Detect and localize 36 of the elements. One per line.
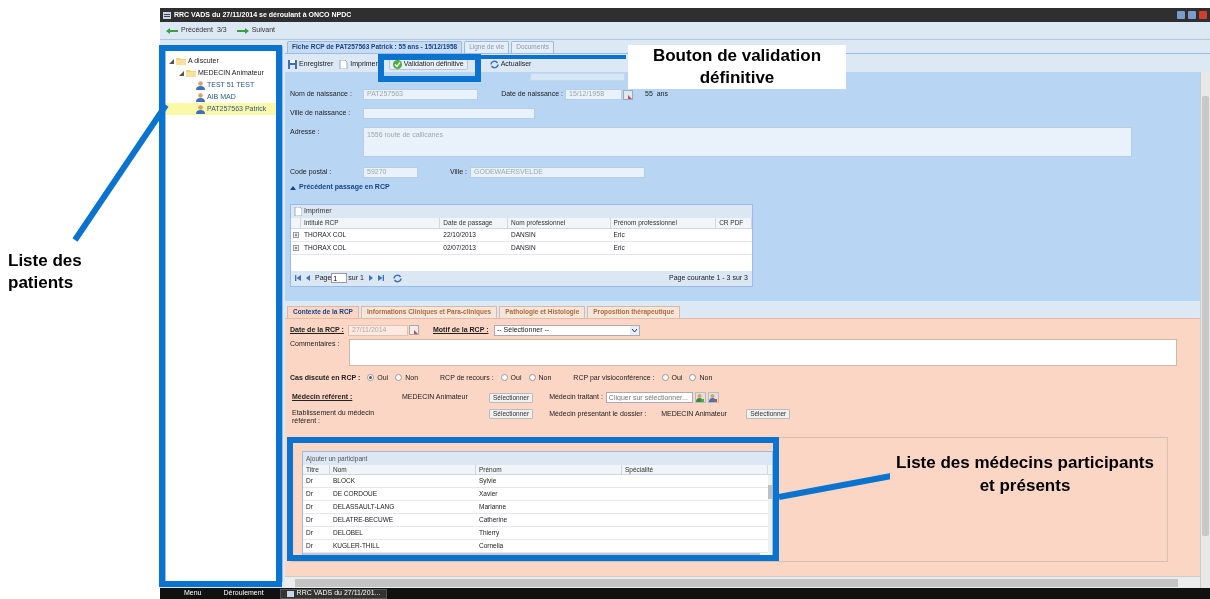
chevron-down-icon xyxy=(630,325,639,335)
next-page-icon xyxy=(368,275,373,281)
person-icon xyxy=(196,104,205,114)
calendar-icon xyxy=(409,325,419,335)
minimize-icon[interactable] xyxy=(1177,11,1185,19)
text-field[interactable] xyxy=(363,108,535,119)
annotation-label: Bouton de validation définitive xyxy=(628,45,846,89)
horizontal-scrollbar[interactable] xyxy=(285,576,1200,588)
collapse-triangle-icon xyxy=(290,184,296,190)
last-page-icon xyxy=(377,275,384,281)
annotation-label: Liste des patients xyxy=(8,250,83,294)
document-icon xyxy=(339,60,349,69)
document-icon xyxy=(294,206,302,216)
remove-person-button[interactable] xyxy=(707,392,719,403)
refresh-icon xyxy=(489,60,499,69)
save-icon xyxy=(288,60,297,69)
first-page-icon xyxy=(295,275,301,281)
restore-icon[interactable] xyxy=(1188,11,1196,19)
refresh-icon xyxy=(392,273,402,283)
add-person-button[interactable] xyxy=(694,392,706,403)
folder-icon xyxy=(186,69,196,77)
person-remove-icon xyxy=(709,393,718,402)
comments-field[interactable] xyxy=(349,338,1177,366)
window-icon xyxy=(286,590,294,597)
person-icon xyxy=(196,80,205,90)
person-icon xyxy=(196,92,205,102)
calendar-icon xyxy=(623,89,633,100)
folder-icon xyxy=(176,57,186,65)
left-arrow-icon xyxy=(166,27,178,34)
close-icon[interactable] xyxy=(1199,11,1207,19)
window-icon xyxy=(163,11,171,19)
person-add-icon xyxy=(696,393,705,402)
previous-page-icon xyxy=(306,275,310,281)
right-arrow-icon xyxy=(236,27,249,34)
text-field[interactable] xyxy=(530,73,625,81)
check-icon xyxy=(392,60,402,69)
